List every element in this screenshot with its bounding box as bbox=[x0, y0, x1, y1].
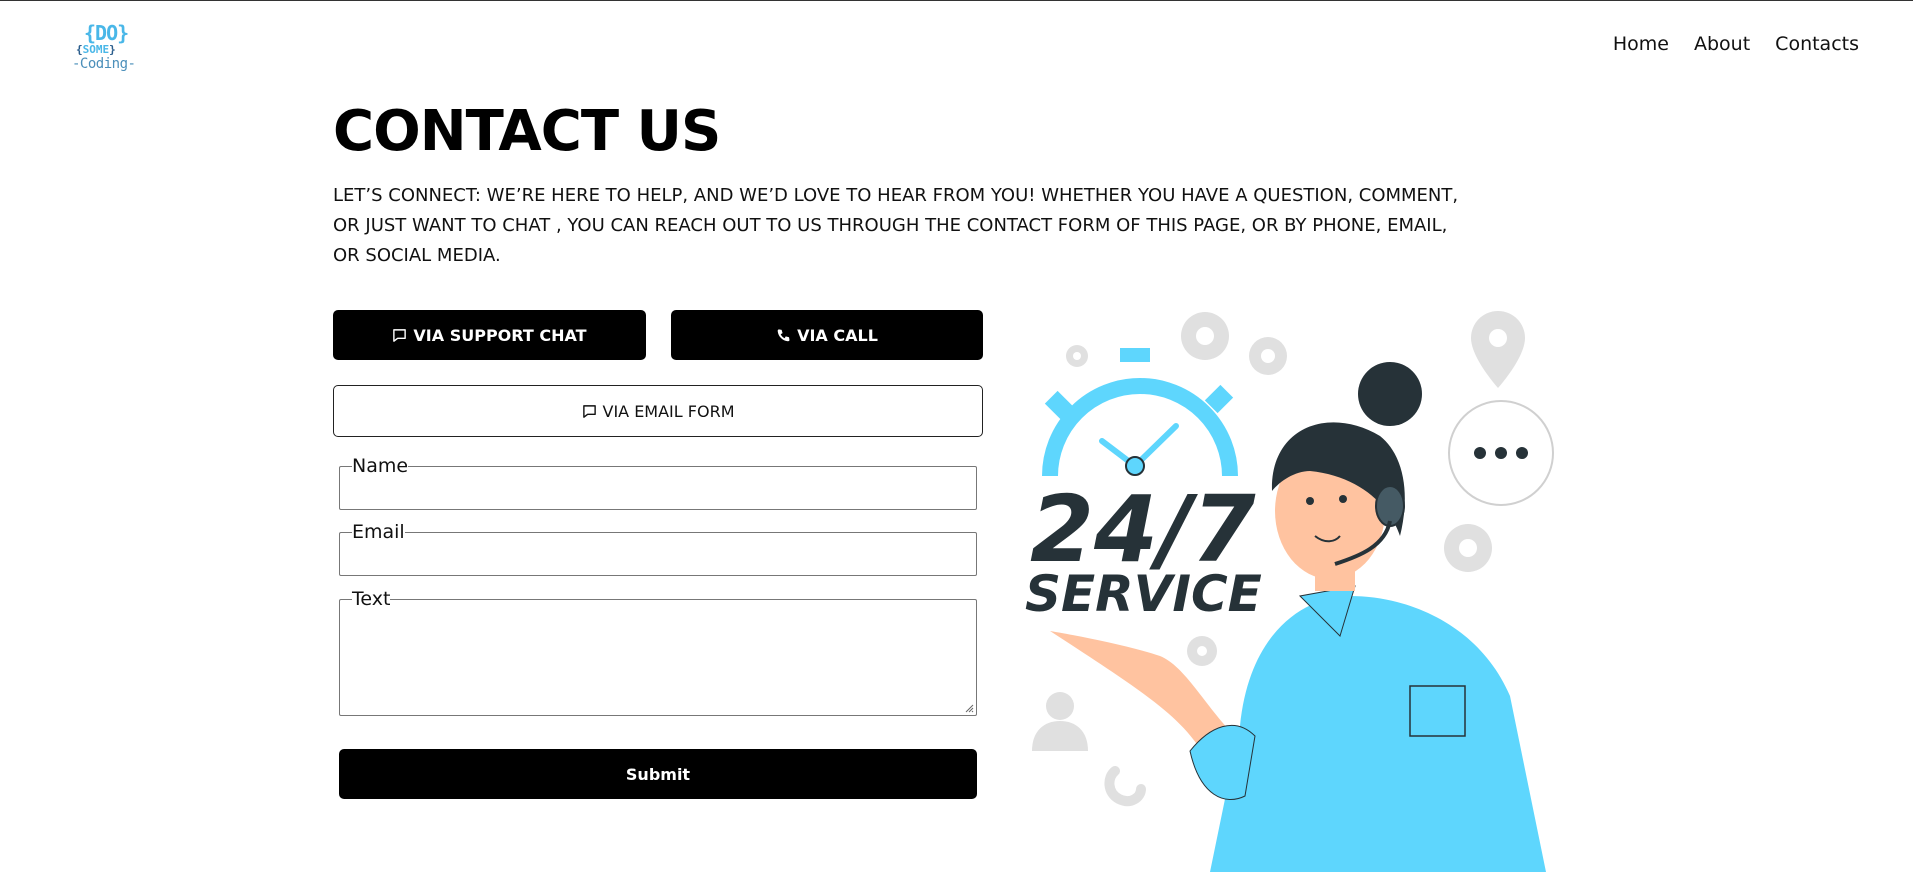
page-title: CONTACT US bbox=[333, 99, 721, 164]
illustration-subline: SERVICE bbox=[1025, 565, 1262, 623]
call-button[interactable]: VIA CALL bbox=[671, 310, 983, 360]
support-chat-label: VIA SUPPORT CHAT bbox=[413, 325, 587, 345]
resize-grip-icon[interactable] bbox=[964, 703, 974, 713]
email-legend: Email bbox=[352, 521, 405, 543]
nav-about-link[interactable]: About bbox=[1694, 33, 1750, 55]
chat-bubble-icon bbox=[582, 404, 596, 418]
logo-line-1: {DO} bbox=[84, 21, 129, 45]
speech-bubble-icon bbox=[1448, 400, 1554, 506]
text-textarea[interactable] bbox=[350, 609, 966, 709]
stopwatch-icon bbox=[1042, 348, 1238, 477]
site-logo[interactable]: {DO} {SOME} -Coding- bbox=[70, 21, 140, 77]
location-pin-icon bbox=[1471, 311, 1525, 388]
name-fieldset: Name bbox=[339, 456, 977, 510]
name-input[interactable] bbox=[350, 476, 966, 495]
user-icon bbox=[1032, 692, 1088, 751]
support-chat-button[interactable]: VIA SUPPORT CHAT bbox=[333, 310, 646, 360]
nav-home-link[interactable]: Home bbox=[1613, 33, 1669, 55]
intro-text: LET’S CONNECT: WE’RE HERE TO HELP, AND W… bbox=[333, 185, 1459, 266]
main-nav: Home About Contacts bbox=[1613, 33, 1859, 55]
support-illustration: 24/7 SERVICE bbox=[1025, 311, 1554, 872]
question-mark-icon bbox=[1104, 766, 1146, 807]
email-form-button[interactable]: VIA EMAIL FORM bbox=[333, 385, 983, 437]
name-legend: Name bbox=[352, 455, 409, 477]
phone-icon bbox=[777, 328, 790, 341]
email-fieldset: Email bbox=[339, 522, 977, 576]
submit-button[interactable]: Submit bbox=[339, 749, 977, 799]
chat-bubble-icon bbox=[393, 328, 407, 342]
call-label: VIA CALL bbox=[797, 325, 878, 345]
nav-contacts-link[interactable]: Contacts bbox=[1775, 33, 1859, 55]
logo-line-3: -Coding- bbox=[72, 56, 136, 72]
logo-line-2: {SOME} bbox=[76, 43, 116, 56]
email-form-label: VIA EMAIL FORM bbox=[602, 401, 735, 421]
text-legend: Text bbox=[352, 588, 391, 610]
submit-label: Submit bbox=[625, 764, 691, 784]
email-input[interactable] bbox=[350, 542, 966, 561]
text-fieldset: Text bbox=[339, 589, 977, 716]
